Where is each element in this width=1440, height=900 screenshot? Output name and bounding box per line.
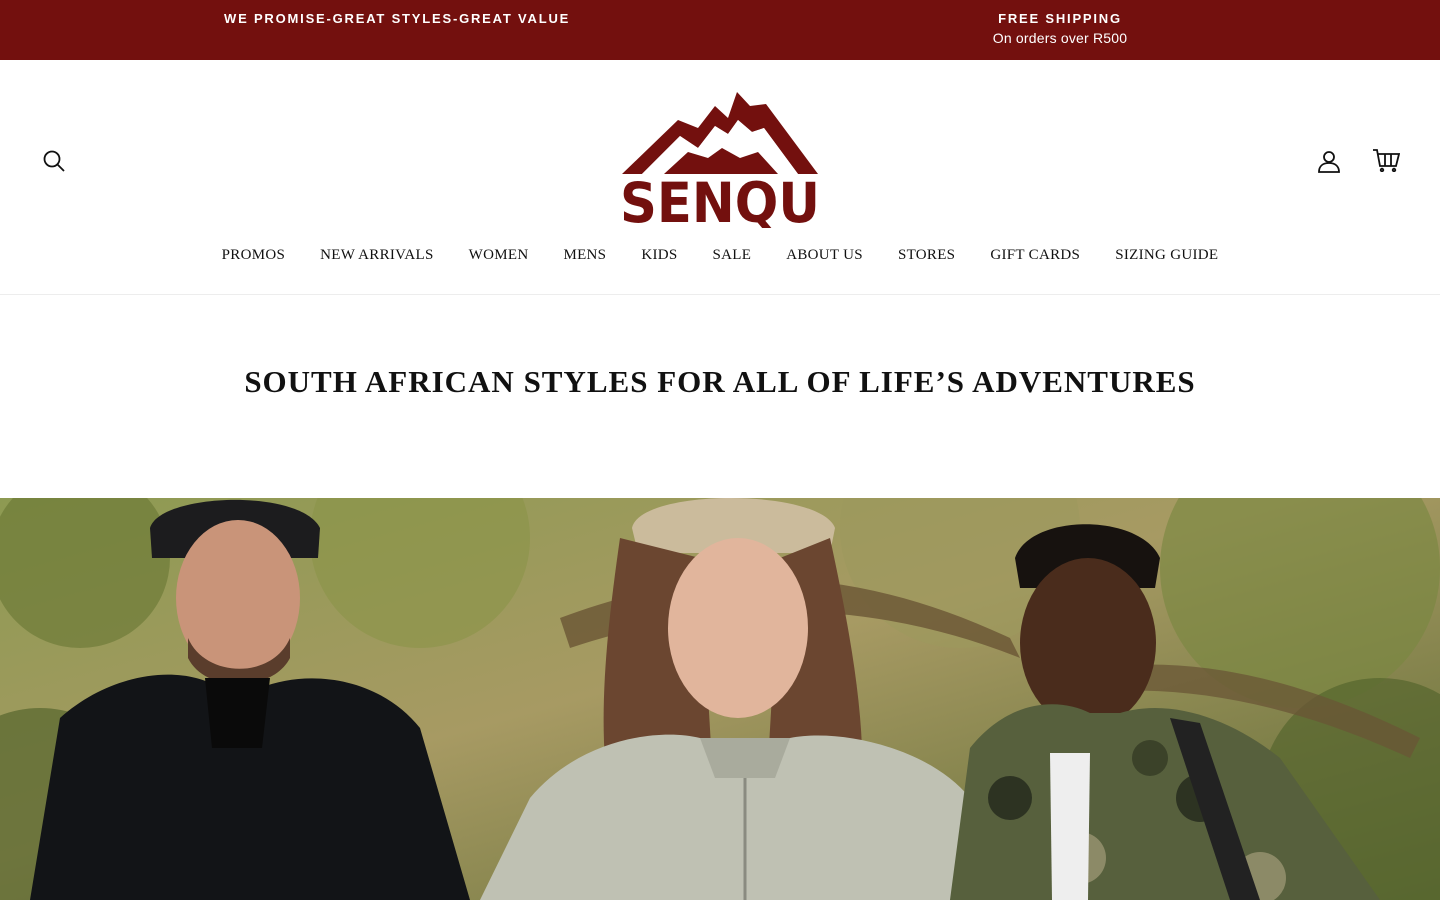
free-shipping-subtitle: On orders over R500 (992, 30, 1128, 46)
site-header: SENQU PROMOS NEW ARRIVALS WOMEN MENS KID… (0, 60, 1440, 295)
search-button[interactable] (34, 141, 74, 181)
promise-text: WE PROMISE-GREAT STYLES-GREAT VALUE (224, 11, 571, 26)
senqu-logo[interactable]: SENQU (618, 88, 822, 235)
nav-item-stores[interactable]: STORES (880, 247, 972, 264)
hero-image[interactable] (0, 498, 1440, 900)
nav-item-about-us[interactable]: ABOUT US (769, 247, 881, 264)
mountain-logo-icon: SENQU (620, 92, 820, 235)
logo-wordmark: SENQU (620, 171, 820, 228)
nav-item-promos[interactable]: PROMOS (204, 247, 303, 264)
cart-icon (1373, 149, 1400, 172)
free-shipping-title: FREE SHIPPING (998, 11, 1122, 26)
page-headline: SOUTH AFRICAN STYLES FOR ALL OF LIFE’S A… (244, 364, 1196, 399)
search-icon (43, 150, 65, 172)
nav-item-kids[interactable]: KIDS (624, 247, 695, 264)
cart-button[interactable] (1366, 140, 1406, 180)
account-button[interactable] (1309, 141, 1349, 181)
nav-item-sale[interactable]: SALE (695, 247, 769, 264)
nav-item-new-arrivals[interactable]: NEW ARRIVALS (303, 247, 451, 264)
nav-item-sizing-guide[interactable]: SIZING GUIDE (1098, 247, 1236, 264)
nav-item-women[interactable]: WOMEN (451, 247, 546, 264)
account-icon (1318, 151, 1340, 173)
hero-photo-illustration (0, 498, 1440, 900)
nav-item-mens[interactable]: MENS (546, 247, 624, 264)
nav-item-gift-cards[interactable]: GIFT CARDS (973, 247, 1098, 264)
free-shipping-notice[interactable]: FREE SHIPPING On orders over R500 (940, 11, 1180, 46)
announcement-bar: WE PROMISE-GREAT STYLES-GREAT VALUE FREE… (0, 0, 1440, 60)
main-navigation: PROMOS NEW ARRIVALS WOMEN MENS KIDS SALE… (0, 247, 1440, 264)
